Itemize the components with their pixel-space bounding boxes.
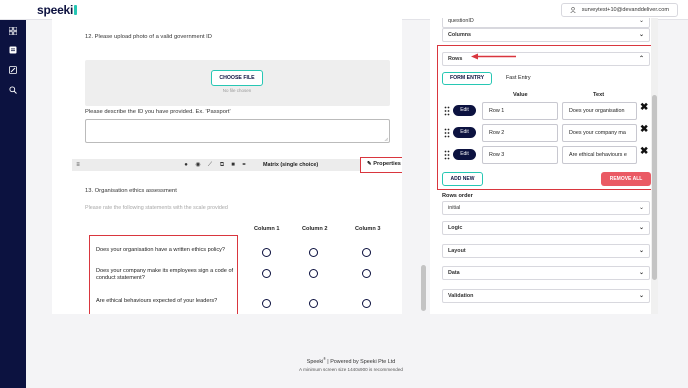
tab-form-entry[interactable]: FORM ENTRY	[442, 72, 492, 85]
validation-section[interactable]: Validation ⌄	[442, 289, 650, 303]
remove-row-icon[interactable]: ✖	[640, 125, 648, 135]
data-section[interactable]: Data ⌄	[442, 266, 650, 280]
row-value-input[interactable]: Row 3	[482, 146, 558, 164]
matrix-radio[interactable]	[262, 299, 271, 308]
edit-row-button[interactable]: Edit	[453, 127, 476, 138]
logic-section[interactable]: Logic ⌄	[442, 221, 650, 235]
rows-order-label: Rows order	[442, 193, 473, 199]
speeki-logo[interactable]: speeki	[37, 3, 78, 17]
row-text-input[interactable]: Are ethical behaviours e	[562, 146, 637, 164]
chevron-down-icon: ⌄	[638, 205, 644, 211]
choose-file-button[interactable]: CHOOSE FILE	[211, 70, 263, 86]
no-file-text: No file chosen	[222, 88, 252, 93]
search-icon	[9, 86, 17, 94]
matrix-radio[interactable]	[362, 269, 371, 278]
edit-row-button[interactable]: Edit	[453, 149, 476, 160]
drag-handle-icon[interactable]: ≡	[74, 161, 82, 169]
sidebar-item-surveys[interactable]	[7, 44, 19, 56]
sidebar-item-search[interactable]	[7, 84, 19, 96]
survey-icon	[9, 46, 17, 54]
drag-handle-icon[interactable]	[444, 106, 450, 116]
resize-handle-icon[interactable]	[384, 137, 388, 141]
matrix-radio[interactable]	[309, 248, 318, 257]
arrow-left-icon	[471, 53, 516, 60]
matrix-radio[interactable]	[262, 269, 271, 278]
chevron-down-icon: ⌄	[638, 293, 644, 299]
logic-icon[interactable]: ⚭	[240, 161, 248, 169]
question-12-describe-label: Please describe the ID you have provided…	[85, 109, 231, 115]
file-upload-area[interactable]: CHOOSE FILE No file chosen	[85, 60, 390, 106]
row-value-input[interactable]: Row 1	[482, 102, 558, 120]
rows-order-select[interactable]: initial ⌄	[442, 201, 650, 215]
canvas-scrollbar[interactable]	[421, 265, 426, 311]
matrix-radio[interactable]	[309, 269, 318, 278]
id-description-textarea[interactable]	[85, 119, 390, 143]
top-bar: speeki surveytest+10@devanddeliver.com	[0, 0, 688, 20]
chevron-down-icon: ⌄	[638, 248, 644, 254]
matrix-column-header: Column 3	[355, 226, 381, 232]
copy-icon[interactable]: ⧉	[218, 161, 226, 169]
matrix-column-header: Column 2	[302, 226, 328, 232]
chevron-down-icon: ⌄	[638, 225, 644, 231]
chevron-down-icon: ⌄	[638, 32, 644, 38]
tab-fast-entry[interactable]: Fast Entry	[506, 75, 531, 81]
chevron-down-icon: ⌄	[638, 270, 644, 276]
edit-icon	[9, 66, 17, 74]
visibility-icon[interactable]: ◉	[194, 161, 202, 169]
drag-handle-icon[interactable]	[444, 150, 450, 160]
remove-row-icon[interactable]: ✖	[640, 147, 648, 157]
matrix-row-label: Does your organisation have a written et…	[96, 247, 226, 253]
matrix-column-header: Column 1	[254, 226, 280, 232]
value-column-header: Value	[513, 92, 528, 98]
matrix-row-label: Does your company make its employees sig…	[96, 268, 234, 281]
footer-copyright: Speeki® | Powered by Speeki Pte Ltd	[306, 357, 396, 365]
row-value-input[interactable]: Row 2	[482, 124, 558, 142]
edit-row-button[interactable]: Edit	[453, 105, 476, 116]
question-13-title: 13. Organisation ethics assessment	[85, 188, 177, 194]
question-toolbar: ≡ ● ◉ ⟋ ⧉ ■ ⚭ Matrix (single choice) ✎ P…	[72, 157, 402, 173]
question-12-title: 12. Please upload photo of a valid gover…	[85, 34, 212, 40]
remove-all-rows-button[interactable]: REMOVE ALL	[601, 172, 651, 186]
user-email: surveytest+10@devanddeliver.com	[581, 7, 669, 13]
grid-icon	[9, 27, 17, 35]
question-type-label: Matrix (single choice)	[263, 162, 319, 168]
sidebar-item-dashboard[interactable]	[7, 25, 19, 37]
user-icon	[570, 7, 576, 13]
footer-screen-notice: A minimum screen size 1440x900 is recomm…	[299, 367, 403, 372]
sidebar	[0, 0, 26, 388]
panel-scrollbar-thumb[interactable]	[652, 95, 657, 280]
layout-section[interactable]: Layout ⌄	[442, 244, 650, 258]
row-text-input[interactable]: Does your company ma	[562, 124, 637, 142]
add-new-row-button[interactable]: ADD NEW	[442, 172, 483, 186]
question-id-select[interactable]: questionID ⌄	[442, 18, 650, 28]
matrix-radio[interactable]	[362, 299, 371, 308]
row-text-input[interactable]: Does your organisation	[562, 102, 637, 120]
delete-icon[interactable]: ■	[229, 161, 237, 169]
columns-section[interactable]: Columns ⌄	[442, 28, 650, 42]
survey-editor-canvas: 12. Please upload photo of a valid gover…	[52, 18, 402, 314]
matrix-radio[interactable]	[362, 248, 371, 257]
matrix-row-label: Are ethical behaviours expected of your …	[96, 298, 218, 304]
text-column-header: Text	[593, 92, 605, 98]
drag-handle-icon[interactable]	[444, 128, 450, 138]
remove-row-icon[interactable]: ✖	[640, 103, 648, 113]
question-13-subtitle: Please rate the following statements wit…	[85, 205, 228, 211]
properties-button[interactable]: ✎ Properties›	[360, 157, 402, 173]
sidebar-item-editor[interactable]	[7, 64, 19, 76]
matrix-radio[interactable]	[309, 299, 318, 308]
matrix-radio[interactable]	[262, 248, 271, 257]
wand-icon[interactable]: ⟋	[206, 161, 214, 169]
chevron-down-icon: ⌄	[638, 18, 644, 24]
user-menu[interactable]: surveytest+10@devanddeliver.com	[560, 3, 678, 17]
required-toggle-icon[interactable]: ●	[182, 161, 190, 169]
